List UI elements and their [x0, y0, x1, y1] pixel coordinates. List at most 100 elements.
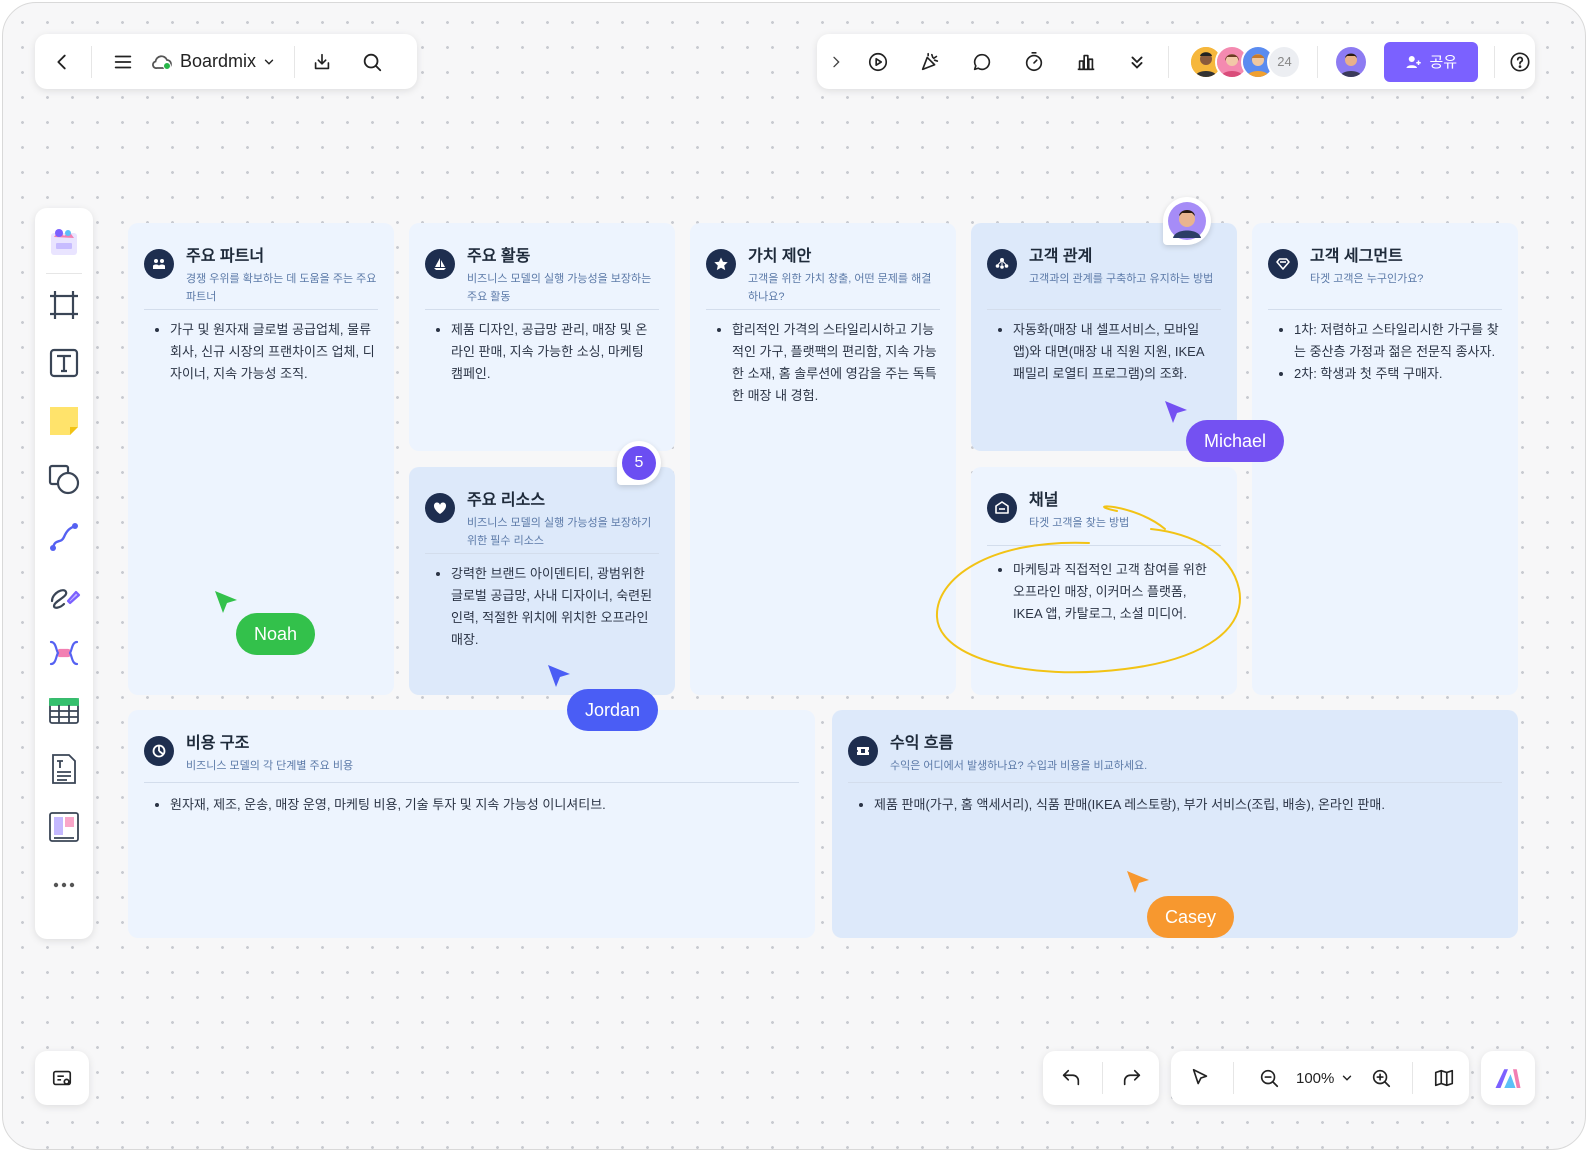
layout-tool[interactable] — [43, 805, 85, 849]
shapes-icon — [48, 464, 80, 495]
list-item: 제품 디자인, 공급망 관리, 매장 및 온라인 판매, 지속 가능한 소싱, … — [451, 319, 657, 385]
table-tool[interactable] — [43, 689, 85, 733]
text-icon — [49, 348, 79, 378]
card-body: 제품 판매(가구, 홈 액세서리), 식품 판매(IKEA 레스토랑), 부가 … — [856, 794, 1500, 816]
card-body: 제품 디자인, 공급망 관리, 매장 및 온라인 판매, 지속 가능한 소싱, … — [433, 319, 657, 385]
comment-avatar[interactable] — [1163, 197, 1211, 245]
shape-tool[interactable] — [43, 457, 85, 501]
card-subtitle: 비즈니스 모델의 실행 가능성을 보장하기 위한 필수 리소스 — [467, 517, 652, 547]
list-item: 자동화(매장 내 셀프서비스, 모바일 앱)와 대면(매장 내 직원 지원, I… — [1013, 319, 1219, 385]
cursor-label-noah: Noah — [236, 613, 316, 655]
card-title: 가치 제안 — [748, 248, 812, 265]
document-tool[interactable] — [43, 747, 85, 791]
card-body: 원자재, 제조, 운송, 매장 운영, 마케팅 비용, 기술 투자 및 지속 가… — [152, 794, 797, 816]
comment-button[interactable] — [967, 47, 997, 77]
card-value-proposition[interactable]: 가치 제안 고객을 위한 가치 창출, 어떤 문제를 해결하나요? 합리적인 가… — [690, 223, 956, 695]
card-key-resources[interactable]: 주요 리소스 비즈니스 모델의 실행 가능성을 보장하기 위한 필수 리소스 강… — [409, 467, 675, 695]
card-key-activities[interactable]: 주요 활동 비즈니스 모델의 실행 가능성을 보장하는 주요 활동 제품 디자인… — [409, 223, 675, 451]
highlight-annotation[interactable] — [929, 499, 1245, 679]
frame-tool[interactable] — [43, 283, 85, 327]
card-subtitle: 타겟 고객은 누구인가요? — [1310, 273, 1424, 285]
map-settings-icon — [52, 1070, 72, 1086]
zoom-in-button[interactable] — [1366, 1063, 1396, 1093]
add-user-icon — [1406, 55, 1422, 68]
connector-tool[interactable] — [43, 515, 85, 559]
ai-assistant-button[interactable] — [1493, 1063, 1523, 1093]
zoom-out-icon — [1260, 1069, 1279, 1088]
collaborators[interactable]: 24 — [1189, 44, 1302, 79]
sticky-note-icon — [50, 407, 78, 435]
help-button[interactable] — [1505, 47, 1535, 77]
people-icon — [144, 249, 174, 279]
card-customer-segments[interactable]: 고객 세그먼트 타겟 고객은 누구인가요? 1차: 저렴하고 스타일리시한 가구… — [1252, 223, 1518, 695]
diamond-icon — [1268, 249, 1298, 279]
comment-icon — [973, 53, 990, 70]
share-button[interactable]: 공유 — [1384, 41, 1479, 82]
zoom-level-select[interactable]: 100% — [1296, 1070, 1354, 1087]
download-button[interactable] — [307, 47, 337, 77]
network-icon — [987, 249, 1017, 279]
cursor-arrow-michael — [1165, 401, 1187, 423]
back-button[interactable] — [47, 47, 77, 77]
card-title: 고객 세그먼트 — [1310, 248, 1403, 265]
card-title: 고객 관계 — [1029, 248, 1093, 265]
select-tool-button[interactable] — [1185, 1063, 1215, 1093]
workspace-switcher[interactable]: Boardmix — [150, 51, 276, 72]
pointer-icon — [1192, 1068, 1208, 1085]
expand-toolbar-button[interactable] — [821, 47, 851, 77]
undo-button[interactable] — [1056, 1063, 1086, 1093]
card-cost-structure[interactable]: 비용 구조 비즈니스 모델의 각 단계별 주요 비용 원자재, 제조, 운송, … — [128, 710, 815, 938]
templates-tool[interactable] — [43, 220, 85, 264]
double-chevron-down-icon — [1131, 56, 1143, 69]
current-user-avatar[interactable] — [1334, 44, 1369, 79]
cursor-arrow-casey — [1127, 871, 1149, 893]
map-button[interactable] — [1429, 1063, 1459, 1093]
list-item: 원자재, 제조, 운송, 매장 운영, 마케팅 비용, 기술 투자 및 지속 가… — [170, 794, 797, 816]
download-icon — [314, 53, 330, 69]
card-body: 가구 및 원자재 글로벌 공급업체, 물류 회사, 신규 시장의 프랜차이즈 업… — [152, 319, 376, 385]
card-customer-relationships[interactable]: 고객 관계 고객과의 관계를 구축하고 유지하는 방법 자동화(매장 내 셀프서… — [971, 223, 1237, 451]
search-button[interactable] — [357, 47, 387, 77]
frame-icon — [50, 291, 78, 319]
collaborator-count: 24 — [1267, 44, 1302, 79]
more-tools[interactable] — [43, 863, 85, 907]
list-item: 가구 및 원자재 글로벌 공급업체, 물류 회사, 신규 시장의 프랜차이즈 업… — [170, 319, 376, 385]
canvas[interactable]: Boardmix 24 공유 주요 파트너 경쟁 우위를 확보하는 데 도움을 … — [2, 2, 1586, 1150]
hamburger-icon — [114, 55, 132, 68]
zoom-out-button[interactable] — [1254, 1063, 1284, 1093]
card-subtitle: 비즈니스 모델의 각 단계별 주요 비용 — [186, 760, 354, 772]
mindmap-tool[interactable] — [43, 631, 85, 675]
vote-button[interactable] — [1071, 47, 1101, 77]
document-icon — [52, 754, 76, 784]
avatar — [1168, 202, 1206, 240]
chevron-down-icon — [264, 59, 274, 65]
present-button[interactable] — [863, 47, 893, 77]
left-toolbar — [35, 208, 93, 939]
layout-icon — [49, 812, 79, 842]
chevron-right-icon — [833, 56, 840, 67]
ai-logo-icon — [1495, 1069, 1521, 1088]
connector-icon — [50, 523, 78, 551]
comment-count: 5 — [622, 446, 656, 480]
zoom-level: 100% — [1296, 1069, 1335, 1087]
menu-button[interactable] — [108, 47, 138, 77]
more-tools-button[interactable] — [1123, 47, 1153, 77]
minimap-button[interactable] — [47, 1063, 77, 1093]
card-title: 수익 흐름 — [890, 735, 954, 752]
card-body: 자동화(매장 내 셀프서비스, 모바일 앱)와 대면(매장 내 직원 지원, I… — [995, 319, 1219, 385]
chevron-left-icon — [57, 54, 66, 69]
redo-button[interactable] — [1117, 1063, 1147, 1093]
pen-tool[interactable] — [43, 573, 85, 617]
timer-button[interactable] — [1019, 47, 1049, 77]
card-subtitle: 수익은 어디에서 발생하나요? 수입과 비용을 비교하세요. — [890, 760, 1148, 772]
sticky-note-tool[interactable] — [43, 399, 85, 443]
table-icon — [49, 698, 79, 724]
text-tool[interactable] — [43, 341, 85, 385]
celebrate-button[interactable] — [915, 47, 945, 77]
cursor-label-casey: Casey — [1147, 896, 1235, 938]
card-title: 주요 활동 — [467, 248, 531, 265]
cloud-saved-icon — [152, 54, 172, 70]
card-subtitle: 고객과의 관계를 구축하고 유지하는 방법 — [1029, 273, 1214, 285]
comment-badge[interactable]: 5 — [617, 441, 661, 485]
mindmap-icon — [49, 640, 79, 666]
